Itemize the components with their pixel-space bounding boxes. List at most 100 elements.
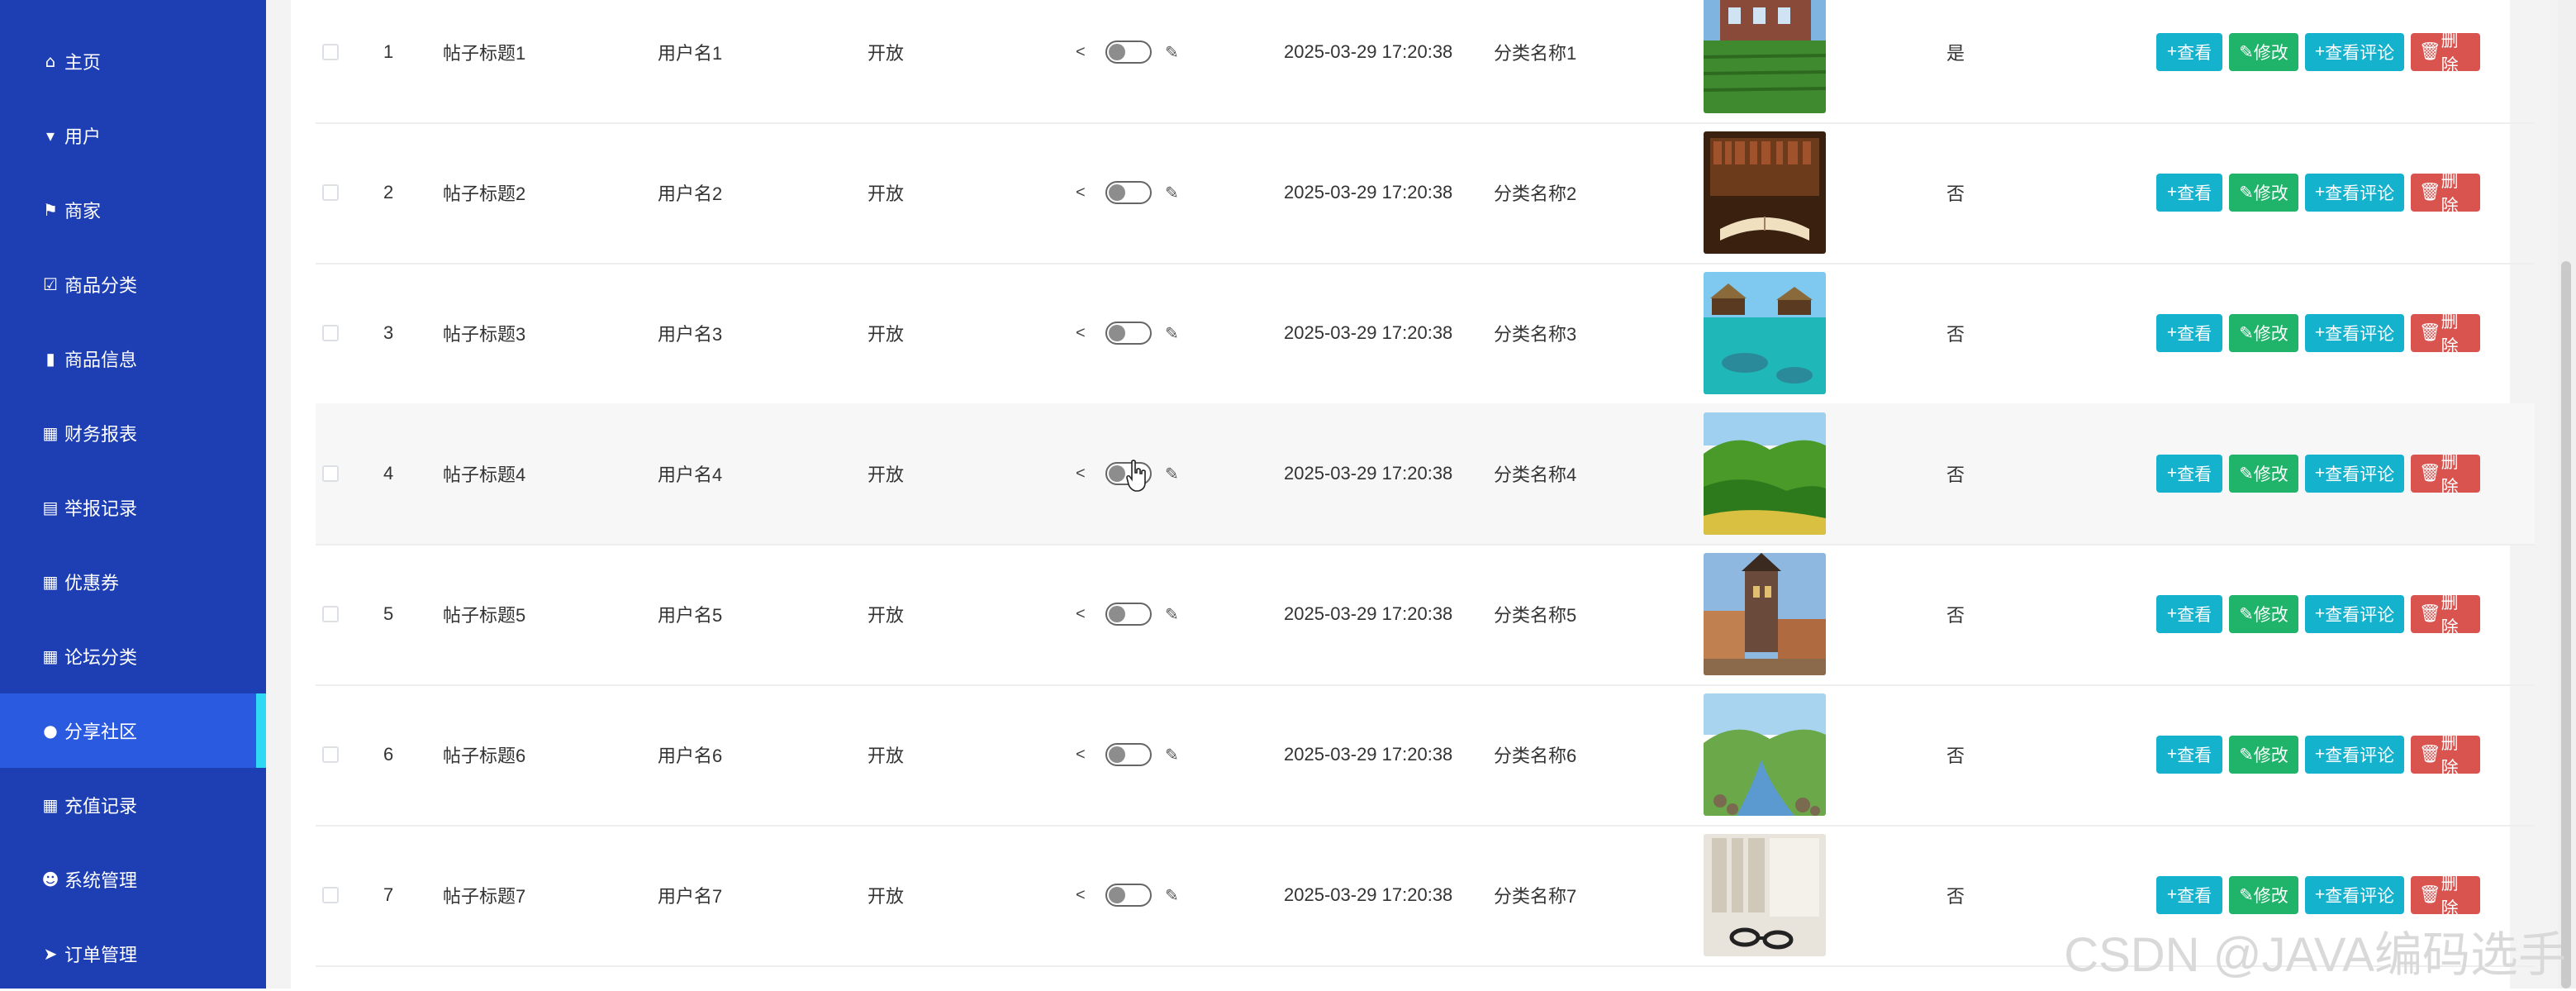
- sidebar-item-report-records[interactable]: ▤ 举报记录: [0, 470, 266, 545]
- view-comments-button[interactable]: + 查看评论: [2305, 174, 2404, 212]
- pencil-icon[interactable]: ✎: [1165, 183, 1179, 203]
- row-checkbox[interactable]: [322, 465, 339, 482]
- view-comments-button[interactable]: + 查看评论: [2305, 314, 2404, 352]
- share-icon[interactable]: <: [1076, 465, 1086, 484]
- status-toggle[interactable]: [1105, 743, 1152, 766]
- sidebar-item-order-management[interactable]: ➤ 订单管理: [0, 917, 266, 991]
- edit-button[interactable]: ✎ 修改: [2229, 876, 2298, 914]
- delete-button[interactable]: 🗑 删除: [2411, 172, 2480, 216]
- edit-button[interactable]: ✎ 修改: [2229, 455, 2298, 493]
- pencil-icon[interactable]: ✎: [1165, 323, 1179, 344]
- sidebar-item-user[interactable]: ▾ 用户: [0, 98, 266, 173]
- delete-button[interactable]: 🗑 删除: [2411, 453, 2480, 497]
- is-top-flag: 否: [1946, 183, 1965, 204]
- view-button[interactable]: + 查看: [2156, 595, 2222, 633]
- share-icon[interactable]: <: [1076, 324, 1086, 343]
- pencil-icon[interactable]: ✎: [1165, 42, 1179, 63]
- view-button[interactable]: + 查看: [2156, 33, 2222, 71]
- view-button[interactable]: + 查看: [2156, 455, 2222, 493]
- sidebar-item-finance-report[interactable]: ▦ 财务报表: [0, 396, 266, 470]
- status-text: 开放: [867, 465, 905, 485]
- edit-button-label: 修改: [2253, 887, 2288, 906]
- share-icon[interactable]: <: [1076, 886, 1086, 905]
- share-icon[interactable]: <: [1076, 183, 1086, 202]
- delete-button[interactable]: 🗑 删除: [2411, 734, 2480, 778]
- row-checkbox[interactable]: [322, 184, 339, 201]
- status-toggle[interactable]: [1105, 322, 1152, 345]
- status-toggle[interactable]: [1105, 884, 1152, 907]
- edit-button[interactable]: ✎ 修改: [2229, 314, 2298, 352]
- created-time: 2025-03-29 17:20:38: [1284, 41, 1453, 62]
- post-title: 帖子标题2: [443, 183, 526, 204]
- view-button[interactable]: + 查看: [2156, 876, 2222, 914]
- sidebar-item-product-info[interactable]: ▮ 商品信息: [0, 322, 266, 396]
- sidebar-item-merchant[interactable]: ⚑ 商家: [0, 173, 266, 247]
- row-index: 6: [383, 744, 394, 765]
- view-comments-button[interactable]: + 查看评论: [2305, 736, 2404, 774]
- sidebar-item-system-management[interactable]: ☻ 系统管理: [0, 842, 266, 917]
- sidebar-item-label: 用户: [64, 127, 102, 148]
- edit-button[interactable]: ✎ 修改: [2229, 595, 2298, 633]
- status-text: 开放: [867, 324, 905, 345]
- view-comments-button[interactable]: + 查看评论: [2305, 455, 2404, 493]
- edit-button-label: 修改: [2253, 606, 2288, 625]
- grid-icon: ▦: [42, 423, 59, 443]
- view-button[interactable]: + 查看: [2156, 314, 2222, 352]
- row-checkbox[interactable]: [322, 887, 339, 903]
- row-checkbox[interactable]: [322, 606, 339, 622]
- trash-icon: 🗑: [2419, 885, 2441, 904]
- category-name: 分类名称6: [1494, 746, 1577, 766]
- sidebar-item-coupons[interactable]: ▦ 优惠券: [0, 545, 266, 619]
- plus-icon: +: [2314, 604, 2326, 623]
- sidebar-item-recharge-records[interactable]: ▦ 充值记录: [0, 768, 266, 842]
- edit-button[interactable]: ✎ 修改: [2229, 174, 2298, 212]
- row-checkbox[interactable]: [322, 44, 339, 60]
- row-checkbox[interactable]: [322, 746, 339, 763]
- pencil-icon[interactable]: ✎: [1165, 604, 1179, 625]
- pencil-icon[interactable]: ✎: [1165, 464, 1179, 484]
- grid-icon: ▦: [42, 572, 59, 592]
- share-icon[interactable]: <: [1076, 746, 1086, 765]
- sidebar-item-forum-category[interactable]: ▦ 论坛分类: [0, 619, 266, 693]
- view-button[interactable]: + 查看: [2156, 174, 2222, 212]
- table-row: 3 帖子标题3 用户名3 开放 < ✎ 2025-03-29 17:20:38 分类名称3 否 +…: [316, 263, 2535, 405]
- trash-icon: 🗑: [2419, 604, 2441, 623]
- edit-button[interactable]: ✎ 修改: [2229, 33, 2298, 71]
- user-icon: ▾: [45, 126, 55, 145]
- status-text: 开放: [867, 605, 905, 626]
- delete-button[interactable]: 🗑 删除: [2411, 312, 2480, 356]
- sidebar-item-share-community[interactable]: ● 分享社区: [0, 693, 266, 768]
- status-toggle[interactable]: [1105, 40, 1152, 64]
- delete-button[interactable]: 🗑 删除: [2411, 874, 2480, 918]
- sidebar-item-product-category[interactable]: ☑ 商品分类: [0, 247, 266, 322]
- delete-button-label: 删除: [2441, 31, 2459, 75]
- created-time: 2025-03-29 17:20:38: [1284, 603, 1453, 624]
- bar-chart-icon: ▮: [45, 349, 55, 369]
- edit-icon: ✎: [2239, 183, 2254, 202]
- share-icon[interactable]: <: [1076, 43, 1086, 62]
- sidebar-item-home[interactable]: ⌂ 主页: [0, 24, 266, 98]
- scrollbar-thumb[interactable]: [2561, 261, 2571, 989]
- username: 用户名3: [658, 324, 723, 345]
- view-button-label: 查看: [2177, 746, 2212, 765]
- row-index: 7: [383, 884, 394, 905]
- sidebar-item-label: 论坛分类: [64, 648, 138, 669]
- view-comments-button[interactable]: + 查看评论: [2305, 876, 2404, 914]
- view-comments-button[interactable]: + 查看评论: [2305, 33, 2404, 71]
- view-comments-label: 查看评论: [2325, 325, 2395, 344]
- status-toggle[interactable]: [1105, 603, 1152, 626]
- sidebar-item-label: 主页: [64, 53, 102, 74]
- edit-button-label: 修改: [2253, 325, 2288, 344]
- delete-button-label: 删除: [2441, 453, 2459, 497]
- pencil-icon[interactable]: ✎: [1165, 885, 1179, 906]
- pencil-icon[interactable]: ✎: [1165, 745, 1179, 765]
- view-comments-button[interactable]: + 查看评论: [2305, 595, 2404, 633]
- edit-icon: ✎: [2239, 464, 2254, 484]
- edit-button[interactable]: ✎ 修改: [2229, 736, 2298, 774]
- share-icon[interactable]: <: [1076, 605, 1086, 624]
- status-toggle[interactable]: [1105, 181, 1152, 204]
- row-checkbox[interactable]: [322, 325, 339, 341]
- delete-button[interactable]: 🗑 删除: [2411, 31, 2480, 75]
- delete-button[interactable]: 🗑 删除: [2411, 593, 2480, 637]
- view-button[interactable]: + 查看: [2156, 736, 2222, 774]
